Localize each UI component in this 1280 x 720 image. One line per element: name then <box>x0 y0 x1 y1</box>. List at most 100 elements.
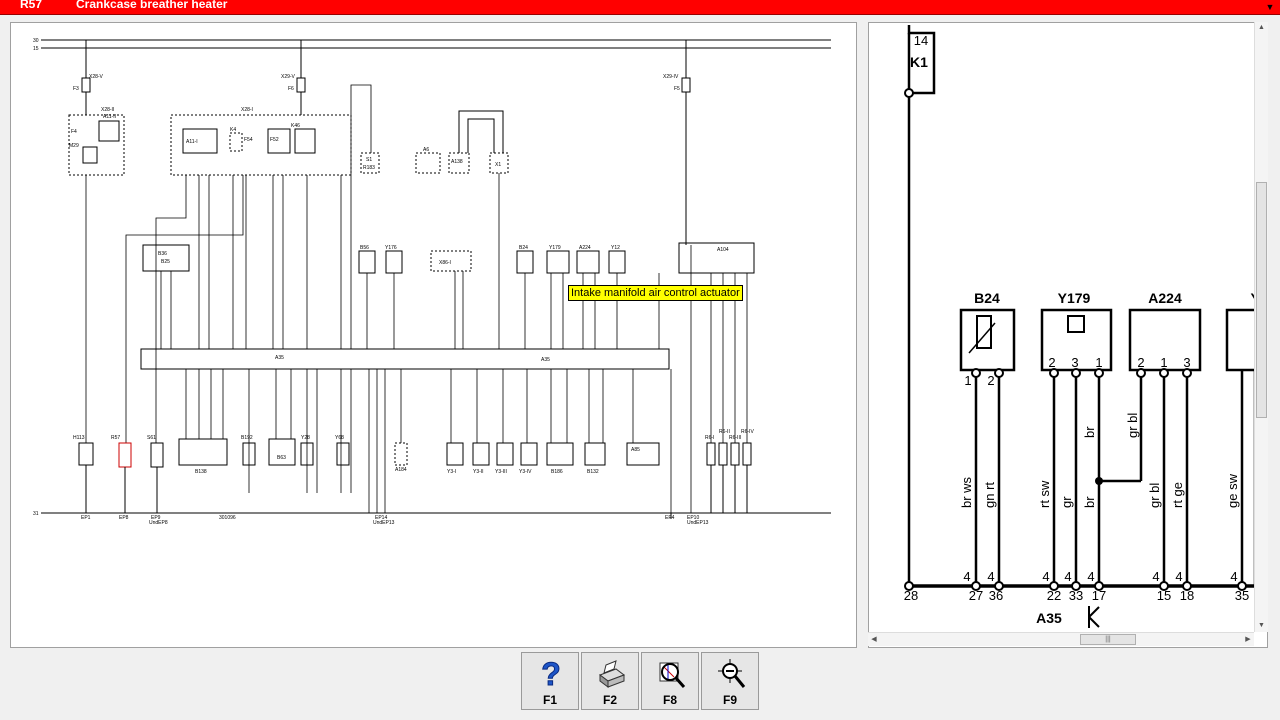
svg-text:4: 4 <box>1064 569 1071 584</box>
f9-label: F9 <box>722 693 737 707</box>
svg-text:2: 2 <box>987 373 994 388</box>
svg-text:R6-III: R6-III <box>729 435 741 441</box>
svg-text:27: 27 <box>969 588 983 603</box>
svg-text:4: 4 <box>963 569 970 584</box>
svg-text:Y3-II: Y3-II <box>473 469 484 475</box>
f2-print-button[interactable]: F2 <box>581 652 639 710</box>
component-title-bar[interactable]: R57 Crankcase breather heater ▼ <box>0 0 1280 15</box>
svg-text:A35: A35 <box>275 355 284 361</box>
svg-text:Y179: Y179 <box>1058 290 1091 306</box>
svg-text:X86-I: X86-I <box>439 260 451 266</box>
svg-text:A35: A35 <box>1036 610 1062 626</box>
svg-text:EP8: EP8 <box>119 515 129 521</box>
overview-schematic-panel[interactable]: 30 15 31 F3 F6 F5 F4 F54 F52 X28-II X28-… <box>10 22 857 648</box>
svg-text:gr bl: gr bl <box>1147 483 1162 508</box>
svg-text:Y176: Y176 <box>385 245 397 251</box>
svg-text:17: 17 <box>1092 588 1106 603</box>
svg-text:A184: A184 <box>395 467 407 473</box>
svg-text:br: br <box>1082 496 1097 508</box>
svg-text:22: 22 <box>1047 588 1061 603</box>
svg-text:X29-IV: X29-IV <box>663 74 679 80</box>
svg-text:A11-I: A11-I <box>186 139 198 145</box>
svg-text:UndEP13: UndEP13 <box>687 520 709 526</box>
component-name: Crankcase breather heater <box>76 0 228 11</box>
svg-text:4: 4 <box>1042 569 1049 584</box>
svg-text:X29-V: X29-V <box>281 74 296 80</box>
svg-text:A85: A85 <box>631 447 640 453</box>
help-icon: ? <box>541 657 562 693</box>
svg-text:R6-I: R6-I <box>705 435 714 441</box>
svg-text:rt ge: rt ge <box>1170 482 1185 508</box>
svg-text:A224: A224 <box>1148 290 1182 306</box>
svg-text:F52: F52 <box>270 137 279 143</box>
detail-schematic-panel[interactable]: B24 Y179 A224 Y1 A35 K1 14 1 2 2 3 1 2 1… <box>868 22 1268 648</box>
horizontal-scrollbar[interactable]: ◀ ||| ▶ <box>868 632 1254 646</box>
svg-text:X28-I: X28-I <box>241 107 253 113</box>
svg-text:A6: A6 <box>423 147 429 153</box>
svg-text:B138: B138 <box>195 469 207 475</box>
f2-label: F2 <box>602 693 617 707</box>
svg-text:1: 1 <box>964 373 971 388</box>
zoom-schematic-icon <box>659 662 686 688</box>
svg-text:3: 3 <box>1183 355 1190 370</box>
f9-zoom-out-button[interactable]: F9 <box>701 652 759 710</box>
svg-text:M29: M29 <box>69 143 79 149</box>
svg-text:gr: gr <box>1059 496 1074 508</box>
svg-text:B192: B192 <box>241 435 253 441</box>
svg-text:S61: S61 <box>147 435 156 441</box>
svg-text:31: 31 <box>33 511 39 517</box>
svg-text:S1: S1 <box>366 157 372 163</box>
scroll-left-icon[interactable]: ◀ <box>868 633 880 646</box>
svg-text:15: 15 <box>1157 588 1171 603</box>
component-tooltip: Intake manifold air control actuator <box>568 285 743 301</box>
svg-text:1: 1 <box>1095 355 1102 370</box>
svg-text:K1: K1 <box>910 54 928 70</box>
svg-text:?: ? <box>541 657 561 692</box>
svg-text:R6-IV: R6-IV <box>741 429 754 435</box>
scroll-up-icon[interactable]: ▲ <box>1255 22 1268 34</box>
svg-text:H113: H113 <box>73 435 85 441</box>
svg-text:Y3-III: Y3-III <box>495 469 507 475</box>
svg-text:A35: A35 <box>541 357 550 363</box>
svg-text:Y3-IV: Y3-IV <box>519 469 532 475</box>
f8-zoom-button[interactable]: F8 <box>641 652 699 710</box>
svg-text:4: 4 <box>987 569 994 584</box>
svg-text:36: 36 <box>989 588 1003 603</box>
svg-text:A104: A104 <box>717 247 729 253</box>
svg-text:Y179: Y179 <box>549 245 561 251</box>
detail-schematic: B24 Y179 A224 Y1 A35 K1 14 1 2 2 3 1 2 1… <box>904 25 1267 628</box>
svg-text:br ws: br ws <box>959 476 974 508</box>
scroll-down-icon[interactable]: ▼ <box>1255 620 1268 632</box>
svg-text:15: 15 <box>33 46 39 52</box>
svg-text:B56: B56 <box>360 245 369 251</box>
svg-text:ge sw: ge sw <box>1225 473 1240 508</box>
svg-text:4: 4 <box>1152 569 1159 584</box>
horizontal-scroll-thumb[interactable]: ||| <box>1080 634 1136 645</box>
svg-text:Y28: Y28 <box>301 435 310 441</box>
printer-icon <box>598 660 626 688</box>
dropdown-arrow-icon[interactable]: ▼ <box>1260 0 1280 14</box>
vertical-scroll-thumb[interactable] <box>1256 182 1267 418</box>
svg-text:35: 35 <box>1235 588 1249 603</box>
svg-text:gr bl: gr bl <box>1125 413 1140 438</box>
svg-text:B63: B63 <box>277 455 286 461</box>
svg-text:EP1: EP1 <box>81 515 91 521</box>
zoom-out-icon <box>718 659 746 688</box>
svg-text:K46: K46 <box>291 123 300 129</box>
svg-text:A224: A224 <box>579 245 591 251</box>
f8-label: F8 <box>662 693 677 707</box>
svg-text:F54: F54 <box>244 137 253 143</box>
scroll-right-icon[interactable]: ▶ <box>1242 633 1254 646</box>
svg-text:F3: F3 <box>73 86 79 92</box>
svg-text:X28-V: X28-V <box>89 74 104 80</box>
svg-text:X28-II: X28-II <box>101 107 114 113</box>
svg-text:X1: X1 <box>495 162 501 168</box>
f1-help-button[interactable]: ? F1 <box>521 652 579 710</box>
svg-text:F4: F4 <box>71 129 77 135</box>
svg-text:B132: B132 <box>587 469 599 475</box>
svg-text:br: br <box>1082 426 1097 438</box>
vertical-scrollbar[interactable]: ▲ ▼ <box>1254 22 1268 632</box>
svg-text:3: 3 <box>1071 355 1078 370</box>
svg-text:30: 30 <box>33 38 39 44</box>
svg-text:Y12: Y12 <box>611 245 620 251</box>
